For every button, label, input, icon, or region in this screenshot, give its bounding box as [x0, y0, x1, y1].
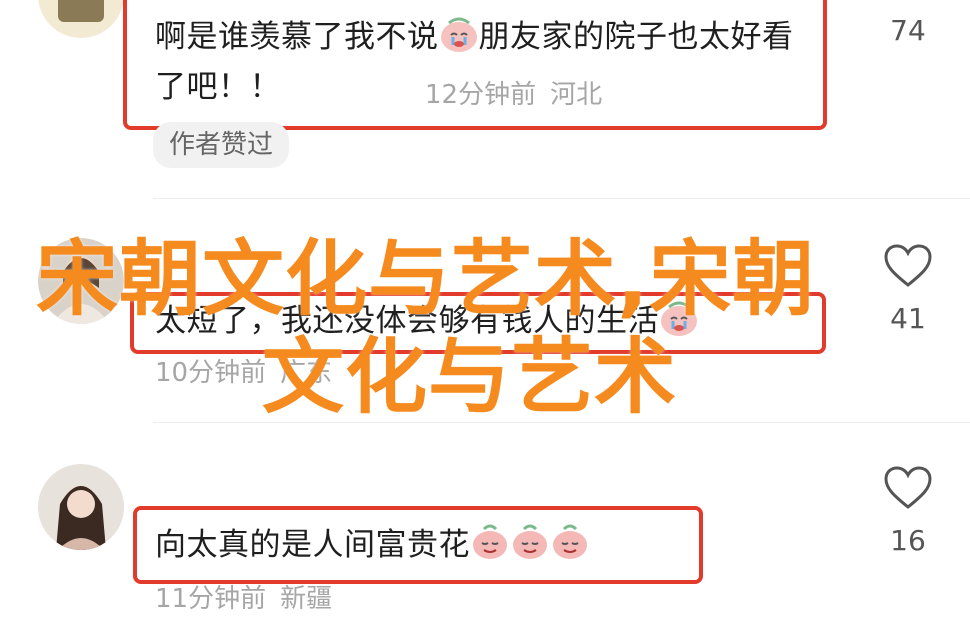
overlay-title-line-1: 宋朝文化与艺术,宋朝 — [36, 232, 816, 327]
like-column[interactable]: 16 — [868, 466, 948, 557]
comment-meta: 11分钟前 新疆 — [155, 578, 332, 615]
divider — [153, 198, 970, 199]
like-count: 16 — [890, 524, 926, 557]
avatar[interactable] — [38, 0, 124, 38]
avatar[interactable] — [38, 464, 124, 550]
like-count: 41 — [890, 302, 926, 335]
overlay-title-line-2: 文化与艺术 — [262, 330, 678, 425]
like-count: 74 — [890, 14, 926, 47]
comment-highlight-box — [133, 506, 703, 584]
author-liked-tag: 作者赞过 — [153, 122, 290, 168]
heart-icon[interactable] — [868, 244, 948, 288]
comment-time: 11分钟前 — [155, 584, 267, 614]
like-column[interactable]: 41 — [868, 244, 948, 335]
comment-time: 10分钟前 — [155, 358, 267, 388]
comment-highlight-box — [123, 0, 827, 130]
heart-icon[interactable] — [868, 466, 948, 510]
comment-location: 新疆 — [280, 584, 333, 614]
like-column[interactable]: 74 — [868, 14, 948, 47]
